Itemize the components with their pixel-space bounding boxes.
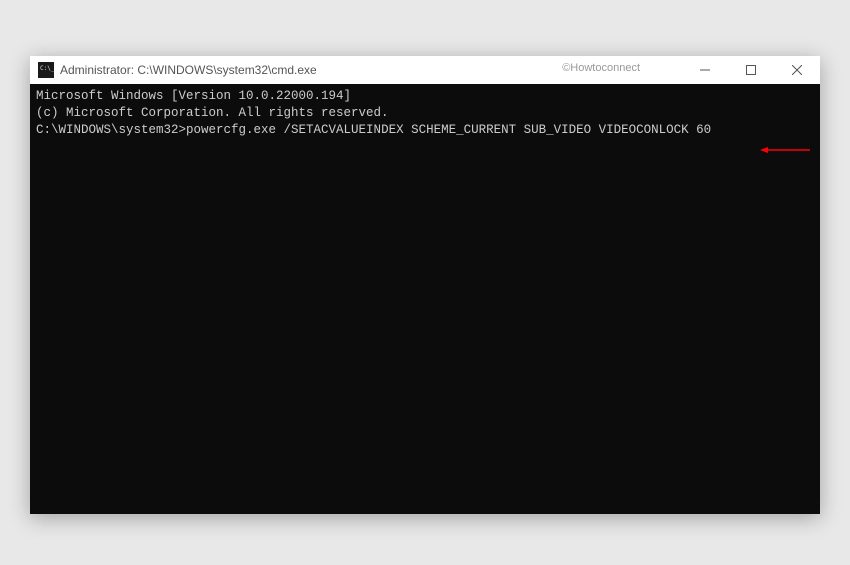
terminal-body[interactable]: Microsoft Windows [Version 10.0.22000.19… (30, 84, 820, 514)
minimize-button[interactable] (682, 56, 728, 84)
maximize-button[interactable] (728, 56, 774, 84)
minimize-icon (700, 65, 710, 75)
maximize-icon (746, 65, 756, 75)
cmd-icon (38, 62, 54, 78)
watermark-text: ©Howtoconnect (562, 62, 640, 74)
terminal-prompt: C:\WINDOWS\system32> (36, 123, 186, 137)
terminal-command: powercfg.exe /SETACVALUEINDEX SCHEME_CUR… (186, 123, 711, 137)
terminal-line-version: Microsoft Windows [Version 10.0.22000.19… (36, 88, 814, 105)
titlebar[interactable]: Administrator: C:\WINDOWS\system32\cmd.e… (30, 56, 820, 84)
terminal-line-copyright: (c) Microsoft Corporation. All rights re… (36, 105, 814, 122)
close-button[interactable] (774, 56, 820, 84)
cmd-window: Administrator: C:\WINDOWS\system32\cmd.e… (30, 56, 820, 514)
window-controls (682, 56, 820, 84)
terminal-command-line: C:\WINDOWS\system32>powercfg.exe /SETACV… (36, 122, 814, 139)
close-icon (792, 65, 802, 75)
